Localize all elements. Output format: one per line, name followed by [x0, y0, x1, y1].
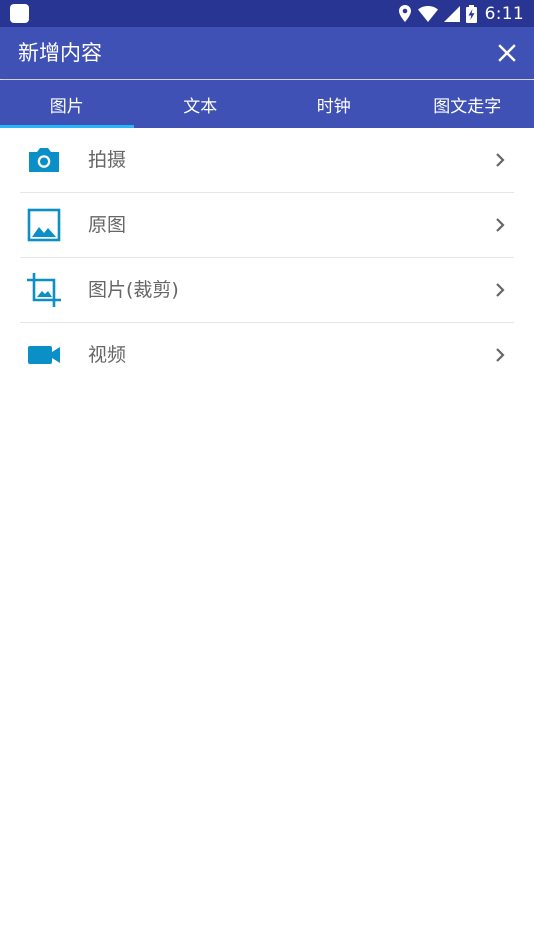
close-icon	[498, 44, 516, 62]
list-item-label: 原图	[88, 214, 127, 236]
list-item-video[interactable]: 视频	[20, 323, 514, 387]
cell-signal-icon	[443, 5, 460, 22]
chevron-right-icon	[496, 153, 505, 167]
list-item-cropped-image[interactable]: 图片(裁剪)	[20, 258, 514, 323]
status-time: 6:11	[484, 3, 524, 24]
wifi-icon	[417, 5, 438, 22]
tab-bar: 图片 文本 时钟 图文走字	[0, 80, 534, 128]
chevron-right-icon	[496, 218, 505, 232]
list-item-label: 图片(裁剪)	[88, 279, 179, 301]
close-button[interactable]	[492, 38, 522, 68]
content-type-list: 拍摄 原图 图片(裁剪) 视频	[20, 128, 514, 387]
tab-clock[interactable]: 时钟	[267, 80, 401, 128]
image-icon	[26, 207, 62, 243]
list-item-capture[interactable]: 拍摄	[20, 128, 514, 193]
app-notification-icon	[10, 4, 29, 23]
tab-scrolling-text[interactable]: 图文走字	[401, 80, 534, 128]
status-icons: 6:11	[398, 0, 524, 27]
page-title: 新增内容	[18, 41, 102, 65]
location-icon	[398, 5, 411, 22]
list-item-label: 视频	[88, 344, 127, 366]
camera-icon	[26, 142, 62, 178]
list-item-label: 拍摄	[88, 149, 127, 171]
video-icon	[26, 337, 62, 373]
chevron-right-icon	[496, 283, 505, 297]
chevron-right-icon	[496, 348, 505, 362]
tab-image[interactable]: 图片	[0, 80, 134, 128]
tab-label: 图片	[49, 96, 84, 117]
crop-icon	[26, 272, 62, 308]
list-item-original-image[interactable]: 原图	[20, 193, 514, 258]
tab-label: 图文走字	[433, 96, 502, 117]
app-bar: 新增内容	[0, 27, 534, 79]
tab-label: 文本	[183, 96, 218, 117]
battery-charging-icon	[465, 4, 477, 23]
tab-label: 时钟	[316, 96, 351, 117]
tab-text[interactable]: 文本	[134, 80, 268, 128]
status-bar: 6:11	[0, 0, 534, 27]
